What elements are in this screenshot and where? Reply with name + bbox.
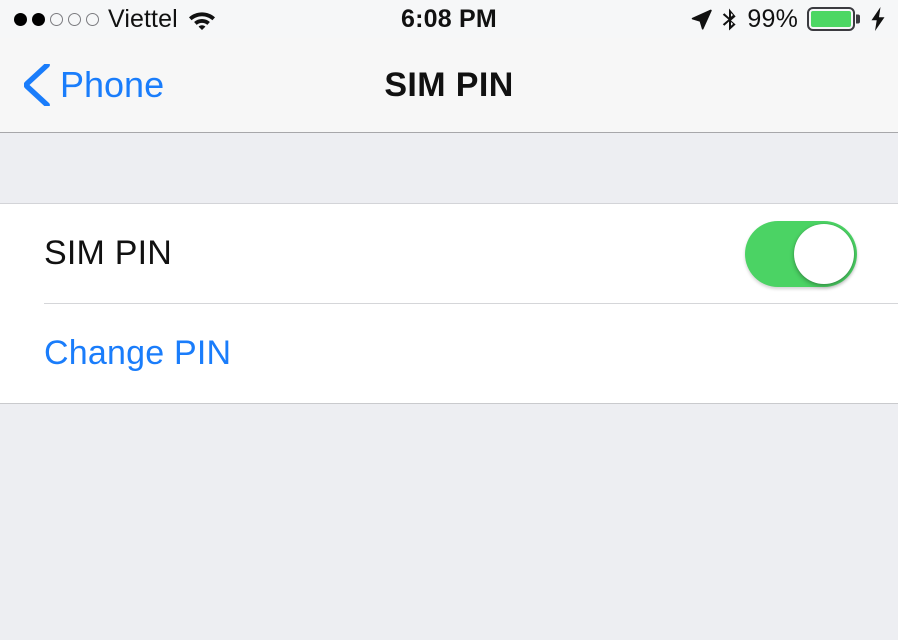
- change-pin-label: Change PIN: [44, 334, 232, 372]
- settings-group: SIM PIN Change PIN: [0, 204, 898, 404]
- sim-pin-label: SIM PIN: [44, 234, 172, 272]
- navigation-bar: Phone SIM PIN: [0, 38, 898, 133]
- page-title-text: SIM PIN: [384, 65, 514, 104]
- page-title: SIM PIN: [0, 38, 898, 132]
- wifi-icon: [188, 12, 215, 30]
- status-bar-right: 99%: [690, 0, 886, 38]
- status-bar-left: Viettel: [14, 0, 217, 38]
- settings-content: SIM PIN Change PIN: [0, 134, 898, 640]
- signal-strength-dots: [14, 12, 99, 26]
- clock: 6:08 PM: [401, 4, 497, 33]
- battery-cap: [856, 14, 860, 24]
- toggle-knob: [794, 223, 854, 284]
- status-bar: Viettel 6:08 PM 99%: [0, 0, 898, 38]
- group-spacer: [0, 134, 898, 204]
- signal-dot-filled: [14, 12, 27, 26]
- phone-screen: Viettel 6:08 PM 99% Phone SIM PIN SIM PI…: [0, 0, 898, 640]
- signal-dot-filled: [32, 12, 45, 26]
- battery-fill: [811, 11, 851, 27]
- sim-pin-toggle[interactable]: [745, 220, 857, 287]
- battery-icon: [807, 7, 860, 31]
- sim-pin-row[interactable]: SIM PIN: [0, 204, 898, 303]
- signal-dot-empty: [50, 12, 63, 26]
- signal-dot-empty: [86, 12, 99, 26]
- change-pin-row[interactable]: Change PIN: [0, 304, 898, 403]
- battery-body: [807, 7, 855, 31]
- location-arrow-icon: [692, 9, 713, 30]
- signal-dot-empty: [68, 12, 81, 26]
- bluetooth-icon: [723, 8, 736, 30]
- carrier-name: Viettel: [108, 4, 178, 33]
- charging-bolt-icon: [871, 7, 885, 31]
- battery-percentage: 99%: [747, 4, 798, 33]
